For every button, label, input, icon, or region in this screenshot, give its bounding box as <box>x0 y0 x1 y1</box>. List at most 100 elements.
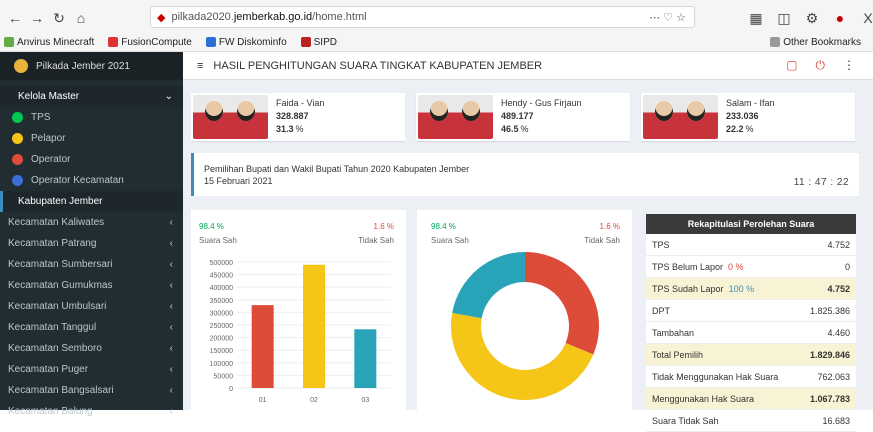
candidate-pct-unit: % <box>295 124 304 134</box>
sidebar-item-kecamatan[interactable]: Kecamatan Semboro ‹ <box>0 338 183 359</box>
candidate-pct: 31.3 <box>276 124 294 134</box>
other-bookmarks[interactable]: Other Bookmarks <box>766 37 861 48</box>
url-prefix: pilkada2020. <box>171 11 234 23</box>
rekap-row: TPS 4.752 <box>646 234 856 256</box>
x-tick-label: 02 <box>310 397 318 404</box>
rekap-row-label-wrap: Menggunakan Hak Suara <box>652 394 754 404</box>
rekap-label: Menggunakan Hak Suara <box>652 393 755 404</box>
rekap-tag: 0 % <box>728 261 744 272</box>
home-icon[interactable]: ⌂ <box>70 7 92 29</box>
hamburger-icon[interactable]: ≡ <box>197 60 203 72</box>
rekap-row: TPS Sudah Lapor 100 % 4.752 <box>646 278 856 300</box>
candidate-pct-line: 31.3% <box>276 123 324 136</box>
y-tick-label: 200000 <box>210 336 233 343</box>
sidebar-item-label: Kecamatan Balung <box>8 406 93 417</box>
back-icon[interactable]: ← <box>4 7 26 29</box>
tidak-label: Tidak Sah <box>584 236 620 245</box>
y-tick-label: 400000 <box>210 285 233 292</box>
sidebar-item-kecamatan[interactable]: Kecamatan Gumukmas ‹ <box>0 275 183 296</box>
rekap-label: TPS Belum Lapor <box>652 261 724 272</box>
candidate-name: Faida - Vian <box>276 98 325 108</box>
sidebar-item-master[interactable]: Operator <box>0 149 183 170</box>
library-icon[interactable]: ▦ <box>745 7 767 29</box>
bookmark-item[interactable]: Anvirus Minecraft <box>0 37 94 48</box>
x-tick-label: 01 <box>259 397 267 404</box>
rekap-row: Tidak Menggunakan Hak Suara 762.063 <box>646 366 856 388</box>
y-tick-label: 500000 <box>210 260 233 267</box>
sidebar-item-label: Kecamatan Bangsalsari <box>8 385 114 396</box>
sidebar-item-kecamatan[interactable]: Kecamatan Sumbersari ‹ <box>0 254 183 275</box>
rekap-label: Total Pemilih <box>652 349 704 360</box>
sidebar-item-label: Kecamatan Patrang <box>8 238 97 249</box>
donut-slice <box>452 252 525 319</box>
sah-pct: 98.4 % <box>199 222 224 231</box>
url-bar[interactable]: ◆ pilkada2020. jemberkab.go.id/home.html … <box>150 6 695 28</box>
rekap-row-label-wrap: TPS Belum Lapor 0 % <box>652 262 744 272</box>
sidebar-header-label: Kelola Master <box>18 91 80 102</box>
sidebar-header-kelola-master[interactable]: Kelola Master ⌄ <box>0 86 183 107</box>
tidak-pct: 1.6 % <box>599 222 620 231</box>
rekap-value: 762.063 <box>817 371 850 382</box>
y-tick-label: 100000 <box>210 361 233 368</box>
sidebar-toggle-icon[interactable]: ◫ <box>773 7 795 29</box>
circle-icon <box>12 133 23 144</box>
sidebar-item-kecamatan[interactable]: Kecamatan Umbulsari ‹ <box>0 296 183 317</box>
sidebar-item-label: Kecamatan Puger <box>8 364 89 375</box>
x-icon[interactable]: X <box>857 7 873 29</box>
url-host: jemberkab.go.id <box>233 11 313 23</box>
bookmark-item[interactable]: SIPD <box>297 37 337 48</box>
election-date: 15 Februari 2021 <box>204 176 273 186</box>
candidate-pct-unit: % <box>745 124 754 134</box>
extension-icon[interactable]: ⚙ <box>801 7 823 29</box>
circle-icon <box>12 154 23 165</box>
forward-icon[interactable]: → <box>26 7 48 29</box>
main-content: ≡ HASIL PENGHITUNGAN SUARA TINGKAT KABUP… <box>183 52 873 432</box>
rekap-value: 16.683 <box>822 415 850 426</box>
brand[interactable]: Pilkada Jember 2021 <box>0 52 183 80</box>
rekap-table: Rekapitulasi Perolehan Suara TPS 4.752 TPS… <box>646 214 856 432</box>
reload-icon[interactable]: ↻ <box>48 7 70 29</box>
browser-chrome: ← → ↻ ⌂ ◆ pilkada2020. jemberkab.go.id/ho… <box>0 0 873 52</box>
rekap-row: Suara Tidak Sah 16.683 <box>646 410 856 432</box>
fullscreen-icon[interactable]: ▢ <box>786 58 797 73</box>
candidate-name: Hendy - Gus Firjaun <box>501 98 582 108</box>
rekap-row-label-wrap: TPS Sudah Lapor 100 % <box>652 284 754 294</box>
rekap-row-label-wrap: Tambahan <box>652 328 694 338</box>
y-tick-label: 450000 <box>210 273 233 280</box>
rekap-value: 0 <box>844 261 850 272</box>
sidebar-item-kabupaten-jember[interactable]: Kabupaten Jember <box>0 191 183 212</box>
candidate-name: Salam - Ifan <box>726 98 775 108</box>
sidebar-item-label: Kecamatan Tanggul <box>8 322 97 333</box>
sidebar-item-master[interactable]: Operator Kecamatan <box>0 170 183 191</box>
circle-icon <box>12 112 23 123</box>
rekap-row-label-wrap: TPS <box>652 240 670 250</box>
chevron-left-icon: ‹ <box>169 322 173 333</box>
candidate-pct-line: 22.2% <box>726 123 775 136</box>
rekap-value: 4.752 <box>827 239 850 250</box>
sidebar-item-kecamatan[interactable]: Kecamatan Patrang ‹ <box>0 233 183 254</box>
x-tick-label: 03 <box>361 397 369 404</box>
sidebar-item-kecamatan[interactable]: Kecamatan Puger ‹ <box>0 359 183 380</box>
y-tick-label: 350000 <box>210 298 233 305</box>
tidak-label: Tidak Sah <box>358 236 394 245</box>
sidebar-item-kecamatan[interactable]: Kecamatan Balung ‹ <box>0 401 183 422</box>
face-icon <box>687 101 705 121</box>
bookmark-item[interactable]: FW Diskominfo <box>202 37 287 48</box>
rekap-label: Tambahan <box>652 327 695 338</box>
sidebar-item-kecamatan[interactable]: Kecamatan Kaliwates ‹ <box>0 212 183 233</box>
more-icon[interactable]: ⋮ <box>843 58 855 73</box>
page-actions-icon[interactable]: ⋯ ♡ ☆ <box>649 11 686 24</box>
sidebar-item-master[interactable]: Pelapor <box>0 128 183 149</box>
sidebar-item-label: Kecamatan Sumbersari <box>8 259 113 270</box>
bar-chart-panel: 98.4 % Suara Sah 1.6 % Tidak Sah 0 50000 1… <box>191 210 406 410</box>
sah-label: Suara Sah <box>431 236 469 245</box>
y-tick-label: 300000 <box>210 310 233 317</box>
sidebar-item-wrap: TPS <box>12 112 50 123</box>
adblock-icon[interactable]: ● <box>829 7 851 29</box>
sidebar-item-kecamatan[interactable]: Kecamatan Tanggul ‹ <box>0 317 183 338</box>
power-icon[interactable]: ⏻ <box>816 58 826 73</box>
bar <box>303 264 325 388</box>
sidebar-item-master[interactable]: TPS <box>0 107 183 128</box>
bookmark-item[interactable]: FusionCompute <box>104 37 192 48</box>
sidebar-item-kecamatan[interactable]: Kecamatan Bangsalsari ‹ <box>0 380 183 401</box>
